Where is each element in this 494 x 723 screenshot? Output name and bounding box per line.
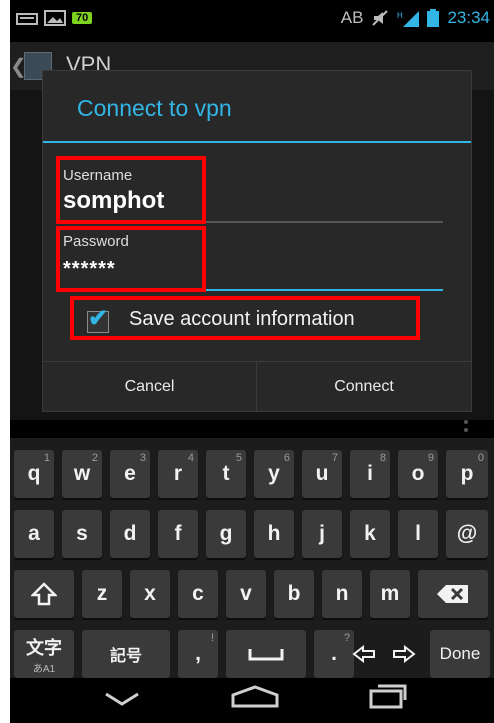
- key-v[interactable]: v: [226, 570, 266, 618]
- arrow-left-icon: [352, 645, 375, 663]
- key-z[interactable]: z: [82, 570, 122, 618]
- key-b[interactable]: b: [274, 570, 314, 618]
- image-notification-icon: [44, 10, 66, 26]
- language-key-label: 文字: [26, 637, 62, 658]
- key-shift[interactable]: [14, 570, 74, 618]
- dialog-title-divider: [43, 141, 471, 143]
- status-left-icons: 70: [16, 10, 93, 26]
- space-icon: [248, 649, 284, 661]
- key-w[interactable]: w2: [62, 450, 102, 498]
- dialog-title: Connect to vpn: [77, 95, 232, 121]
- cancel-button[interactable]: Cancel: [43, 362, 257, 412]
- key-h[interactable]: h: [254, 510, 294, 558]
- key-r[interactable]: r4: [158, 450, 198, 498]
- key-space[interactable]: [226, 630, 306, 678]
- key-sub-label: 3: [139, 452, 146, 464]
- key-cursor-left[interactable]: [346, 630, 382, 678]
- key-e[interactable]: e3: [110, 450, 150, 498]
- key-m[interactable]: m: [370, 570, 410, 618]
- key-label: t: [222, 462, 230, 485]
- highlight-password: [56, 226, 206, 292]
- nav-recents-icon[interactable]: [368, 682, 408, 710]
- key-sub-label: 4: [187, 452, 194, 464]
- key-f[interactable]: f: [158, 510, 198, 558]
- key-sub-label: 5: [235, 452, 242, 464]
- connect-button[interactable]: Connect: [257, 362, 471, 412]
- carrier-text: AB: [340, 8, 364, 27]
- key-n[interactable]: n: [322, 570, 362, 618]
- battery-percent-badge: 70: [72, 12, 93, 24]
- key-a[interactable]: a: [14, 510, 54, 558]
- dialog-button-bar: Cancel Connect: [43, 361, 471, 412]
- key-comma[interactable]: ,!: [178, 630, 218, 678]
- status-right-icons: AB H 23:34: [341, 8, 490, 28]
- key-label: e: [124, 462, 136, 485]
- svg-text:H: H: [397, 11, 403, 20]
- key-symbols[interactable]: 記号: [82, 630, 170, 678]
- key-sub-label: 7: [331, 452, 338, 464]
- key-c[interactable]: c: [178, 570, 218, 618]
- key-k[interactable]: k: [350, 510, 390, 558]
- key-label: .: [331, 642, 337, 665]
- key-d[interactable]: d: [110, 510, 150, 558]
- key-sub-label: 1: [43, 452, 50, 464]
- key-label: u: [315, 462, 329, 485]
- key-backspace[interactable]: [418, 570, 488, 618]
- clock: 23:34: [447, 8, 490, 27]
- key-label: r: [173, 462, 183, 485]
- key-label: i: [367, 462, 373, 485]
- key-sub-label: 8: [379, 452, 386, 464]
- key-g[interactable]: g: [206, 510, 246, 558]
- key-j[interactable]: j: [302, 510, 342, 558]
- key-y[interactable]: y6: [254, 450, 294, 498]
- soft-keyboard: q1 w2 e3 r4 t5 y6 u7 i8 o9 p0 a s d f g …: [10, 420, 494, 678]
- key-label: w: [73, 462, 91, 485]
- key-t[interactable]: t5: [206, 450, 246, 498]
- key-sub-label: 2: [91, 452, 98, 464]
- nav-back-icon[interactable]: [102, 688, 142, 710]
- key-label: q: [27, 462, 41, 485]
- nav-home-icon[interactable]: [230, 684, 280, 708]
- shift-icon: [31, 582, 57, 606]
- highlight-save-option: [70, 296, 420, 340]
- key-p[interactable]: p0: [446, 450, 488, 498]
- key-sub-label: 9: [427, 452, 434, 464]
- language-key-sub-label: あA1: [32, 663, 56, 675]
- key-l[interactable]: l: [398, 510, 438, 558]
- key-q[interactable]: q1: [14, 450, 54, 498]
- key-sub-label: 6: [283, 452, 290, 464]
- backspace-icon: [437, 585, 468, 603]
- signal-icon: H: [397, 11, 420, 27]
- key-x[interactable]: x: [130, 570, 170, 618]
- key-sub-label: 0: [477, 452, 484, 464]
- arrow-right-icon: [393, 645, 416, 663]
- phone-screen: 70 AB H 23:34 ❮ VPN Connect to vpn Usern…: [10, 0, 494, 723]
- keyboard-handle-icon: [464, 420, 472, 432]
- key-label: o: [411, 462, 425, 485]
- key-u[interactable]: u7: [302, 450, 342, 498]
- key-cursor-right[interactable]: [386, 630, 422, 678]
- key-i[interactable]: i8: [350, 450, 390, 498]
- key-s[interactable]: s: [62, 510, 102, 558]
- key-language[interactable]: 文字 あA1: [14, 630, 74, 678]
- highlight-username: [56, 156, 206, 224]
- keyboard-icon: [16, 13, 38, 25]
- navigation-bar: [10, 678, 494, 723]
- key-label: ,: [195, 642, 201, 665]
- key-sub-label: !: [210, 632, 214, 644]
- battery-icon: [427, 9, 440, 27]
- status-bar: 70 AB H 23:34: [10, 0, 494, 42]
- key-label: y: [268, 462, 280, 485]
- mute-icon: [372, 10, 389, 26]
- key-at[interactable]: @: [446, 510, 488, 558]
- key-o[interactable]: o9: [398, 450, 438, 498]
- key-done[interactable]: Done: [430, 630, 490, 678]
- key-label: p: [460, 462, 474, 485]
